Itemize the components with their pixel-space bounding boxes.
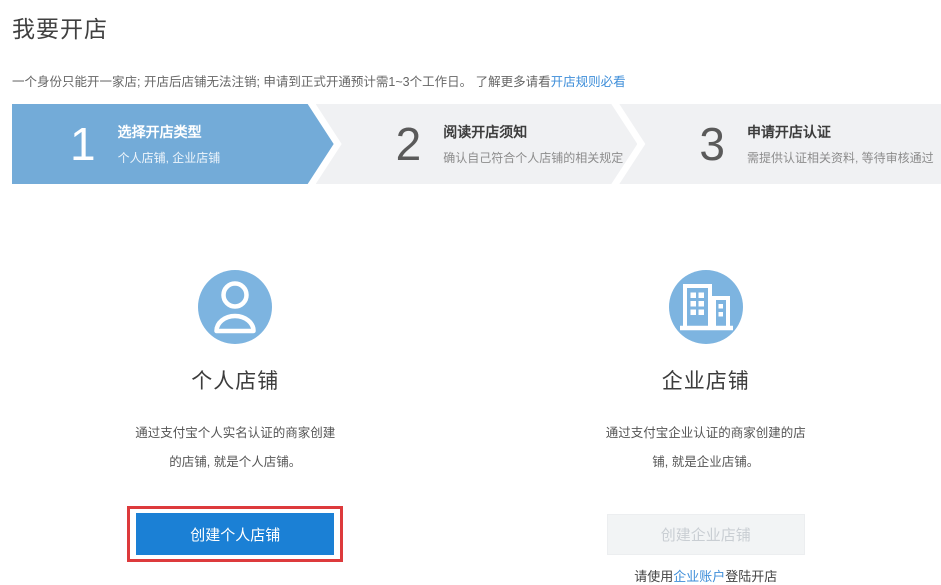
step-2-content: 2 阅读开店须知 确认自己符合个人店铺的相关规定 [316, 121, 624, 167]
step-2-title: 阅读开店须知 [443, 122, 623, 142]
building-icon [669, 270, 743, 344]
enterprise-shop-description: 通过支付宝企业认证的商家创建的店 铺, 就是企业店铺。 [606, 419, 806, 477]
personal-shop-desc-line1: 通过支付宝个人实名认证的商家创建 [135, 419, 335, 448]
step-wizard: 1 选择开店类型 个人店铺, 企业店铺 2 阅读开店须知 确认自己符合个人店铺的… [12, 104, 941, 184]
step-2-number: 2 [396, 121, 422, 167]
personal-shop-title: 个人店铺 [191, 365, 279, 395]
shop-type-options: 个人店铺 通过支付宝个人实名认证的商家创建 的店铺, 就是个人店铺。 创建个人店… [0, 270, 941, 585]
enterprise-shop-option: 企业店铺 通过支付宝企业认证的商家创建的店 铺, 就是企业店铺。 创建企业店铺 … [471, 270, 941, 585]
person-icon [198, 270, 272, 344]
step-3-apply-certification: 3 申请开店认证 需提供认证相关资料, 等待审核通过 [619, 104, 941, 184]
shop-rules-link[interactable]: 开店规则必看 [551, 75, 626, 89]
enterprise-shop-desc-line2: 铺, 就是企业店铺。 [606, 448, 806, 477]
personal-shop-desc-line2: 的店铺, 就是个人店铺。 [135, 448, 335, 477]
step-1-number: 1 [70, 121, 96, 167]
personal-shop-button-area: 创建个人店铺 [127, 505, 343, 563]
page-title: 我要开店 [0, 0, 941, 44]
step-3-text: 申请开店认证 需提供认证相关资料, 等待审核通过 [747, 122, 934, 166]
intro-text: 一个身份只能开一家店; 开店后店铺无法注销; 申请到正式开通预计需1~3个工作日… [0, 71, 941, 90]
step-2-subtitle: 确认自己符合个人店铺的相关规定 [443, 149, 623, 166]
create-personal-shop-button[interactable]: 创建个人店铺 [136, 513, 334, 555]
step-3-number: 3 [699, 121, 725, 167]
note-prefix: 请使用 [634, 569, 673, 584]
personal-shop-description: 通过支付宝个人实名认证的商家创建 的店铺, 就是个人店铺。 [135, 419, 335, 477]
step-1-content: 1 选择开店类型 个人店铺, 企业店铺 [12, 121, 220, 167]
step-2-read-notice: 2 阅读开店须知 确认自己符合个人店铺的相关规定 [316, 104, 638, 184]
highlight-box: 创建个人店铺 [127, 506, 343, 562]
open-shop-page: 我要开店 一个身份只能开一家店; 开店后店铺无法注销; 申请到正式开通预计需1~… [0, 0, 941, 579]
intro-text-body: 一个身份只能开一家店; 开店后店铺无法注销; 申请到正式开通预计需1~3个工作日… [12, 75, 551, 89]
step-2-text: 阅读开店须知 确认自己符合个人店铺的相关规定 [443, 122, 623, 166]
enterprise-account-note: 请使用企业账户登陆开店 [634, 566, 777, 585]
step-1-subtitle: 个人店铺, 企业店铺 [118, 149, 221, 166]
personal-shop-option: 个人店铺 通过支付宝个人实名认证的商家创建 的店铺, 就是个人店铺。 创建个人店… [0, 270, 471, 585]
step-3-title: 申请开店认证 [747, 122, 934, 142]
enterprise-account-link[interactable]: 企业账户 [673, 569, 725, 584]
step-1-text: 选择开店类型 个人店铺, 企业店铺 [118, 122, 221, 166]
step-1-title: 选择开店类型 [118, 122, 221, 142]
note-suffix: 登陆开店 [725, 569, 777, 584]
create-enterprise-shop-button: 创建企业店铺 [607, 514, 805, 555]
enterprise-shop-title: 企业店铺 [662, 365, 750, 395]
step-3-subtitle: 需提供认证相关资料, 等待审核通过 [747, 149, 934, 166]
enterprise-shop-desc-line1: 通过支付宝企业认证的商家创建的店 [606, 419, 806, 448]
enterprise-shop-button-area: 创建企业店铺 [607, 505, 805, 563]
step-1-select-shop-type: 1 选择开店类型 个人店铺, 企业店铺 [12, 104, 334, 184]
step-3-content: 3 申请开店认证 需提供认证相关资料, 等待审核通过 [619, 121, 933, 167]
